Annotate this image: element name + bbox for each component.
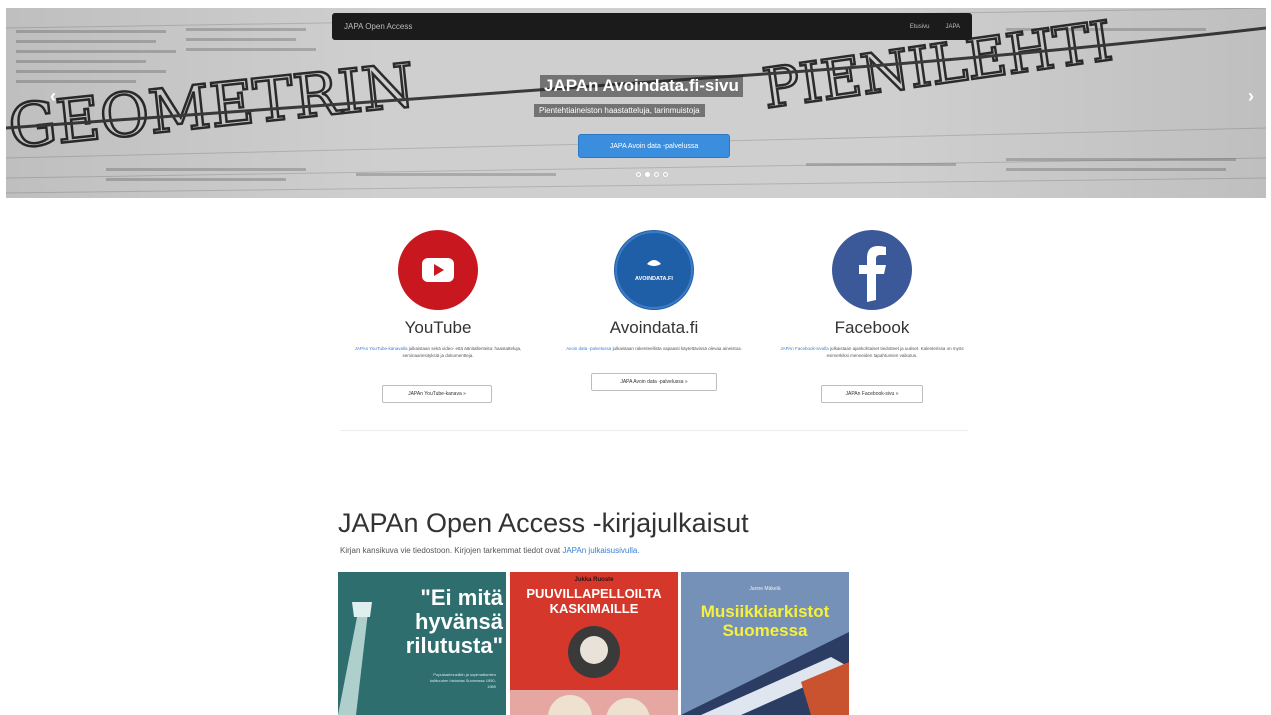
service-title-facebook: Facebook (834, 318, 910, 337)
nav-link-etusivu[interactable]: Etusivu (910, 24, 930, 30)
svg-text:AVOINDATA.FI: AVOINDATA.FI (635, 276, 673, 282)
books-section-subtitle: Kirjan kansikuva vie tiedostoon. Kirjoje… (340, 546, 640, 555)
navbar-brand[interactable]: JAPA Open Access (344, 22, 412, 31)
top-navbar: JAPA Open Access Etusivu JAPA (332, 13, 972, 40)
book-cover-puuvillapelloilta[interactable]: Jukka Ruoste PUUVILLAPELLOILTA KASKIMAIL… (510, 572, 678, 715)
carousel-indicator-active[interactable] (645, 172, 650, 177)
service-title-youtube: YouTube (404, 318, 472, 337)
avoindata-icon[interactable]: AVOINDATA.FI (614, 230, 694, 310)
carousel-indicators (636, 172, 668, 177)
avoindata-link[interactable]: Avoin data -palvelussa (566, 346, 611, 351)
book-author: Janne Mäkelä (749, 586, 781, 592)
book-cover-musiikkiarkistot[interactable]: Janne Mäkelä Musiikkiarkistot Suomessa (681, 572, 849, 715)
service-desc-avoindata: Avoin data -palvelussa julkaistaan raken… (566, 346, 742, 351)
avoindata-button[interactable]: JAPA Avoin data -palvelussa » (591, 373, 717, 391)
book-title: PUUVILLAPELLOILTA KASKIMAILLE (526, 586, 662, 616)
book-title: "Ei mitä hyvänsä rilutusta" (405, 585, 503, 658)
carousel-indicator[interactable] (654, 172, 659, 177)
book-title: Musiikkiarkistot Suomessa (700, 602, 830, 640)
carousel-next-arrow-icon[interactable]: › (1248, 86, 1254, 107)
book-cover-rilutusta[interactable]: "Ei mitä hyvänsä rilutusta" Populaarimus… (338, 572, 506, 715)
publications-page-link[interactable]: JAPAn julkaisusivulla. (562, 546, 639, 555)
navbar-links: Etusivu JAPA (910, 24, 960, 30)
youtube-icon[interactable] (398, 230, 478, 310)
carousel-indicator[interactable] (663, 172, 668, 177)
nav-link-japa[interactable]: JAPA (945, 24, 960, 30)
book-author: Jukka Ruoste (574, 577, 614, 583)
service-title-avoindata: Avoindata.fi (609, 318, 699, 337)
facebook-page-link[interactable]: JAPAn Facebook-sivulla (780, 346, 828, 351)
hero-title: JAPAn Avoindata.fi-sivu (540, 75, 743, 97)
section-divider (340, 430, 968, 431)
books-section-title: JAPAn Open Access -kirjajulkaisut (338, 508, 749, 538)
carousel-prev-arrow-icon[interactable]: ‹ (50, 86, 56, 107)
youtube-channel-link[interactable]: JAPAn YouTube-kanavalla (355, 346, 408, 351)
facebook-icon[interactable] (832, 230, 912, 310)
service-desc-facebook: JAPAn Facebook-sivulla julkaistaan ajank… (780, 346, 964, 358)
facebook-page-button[interactable]: JAPAn Facebook-sivu » (821, 385, 923, 403)
youtube-channel-button[interactable]: JAPAn YouTube-kanava » (382, 385, 492, 403)
service-desc-youtube: JAPAn YouTube-kanavalla julkaistaan sekä… (354, 346, 522, 358)
carousel-indicator[interactable] (636, 172, 641, 177)
hero-cta-button[interactable]: JAPA Avoin data -palvelussa (578, 134, 730, 158)
hero-subtitle: Pientehtiaineiston haastatteluja, tarinm… (534, 104, 705, 117)
book-subtitle: Populaarimusiikin ja sopimattomien kultt… (429, 672, 496, 689)
